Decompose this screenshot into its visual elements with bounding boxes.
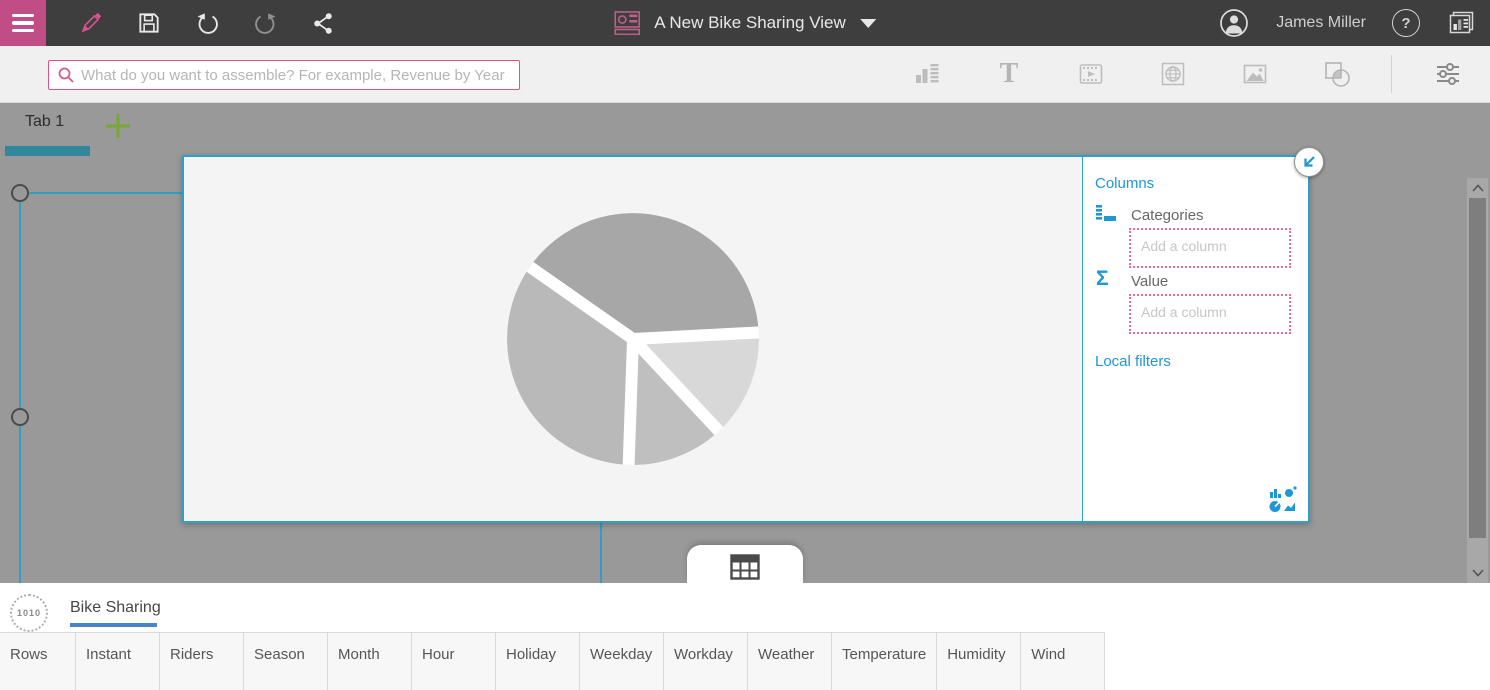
data-column-chip[interactable]: Instant (76, 632, 160, 690)
sliders-icon (1434, 60, 1462, 88)
change-visualization-icon[interactable] (1268, 485, 1298, 513)
add-text-button[interactable]: T (994, 59, 1024, 89)
data-column-chip[interactable]: Weather (748, 632, 832, 690)
chevron-down-icon (1472, 569, 1484, 577)
avatar-icon (1219, 8, 1249, 38)
chevron-down-icon (860, 19, 876, 28)
view-title: A New Bike Sharing View (654, 13, 846, 33)
share-icon (311, 11, 336, 36)
data-column-chip[interactable]: Workday (664, 632, 748, 690)
topbar-left-actions (76, 8, 338, 38)
scrollbar-thumb[interactable] (1469, 198, 1486, 538)
columns-panel: Columns Categories Add a column Σ Value … (1082, 157, 1308, 521)
user-menu-button[interactable] (1218, 7, 1250, 39)
topbar-right-actions: James Miller ? (1218, 7, 1490, 39)
add-tab-button[interactable] (103, 112, 133, 142)
data-column-chip[interactable]: Month (328, 632, 412, 690)
insert-tools: T (912, 46, 1463, 102)
guide-handle-bottom[interactable] (11, 408, 29, 426)
alignment-guide-vertical (19, 193, 21, 583)
data-column-chip[interactable]: Wind (1021, 632, 1105, 690)
hamburger-menu-button[interactable] (0, 0, 46, 46)
redo-button[interactable] (250, 8, 280, 38)
undo-icon (194, 10, 221, 37)
data-grid-icon (730, 554, 760, 581)
add-shapes-button[interactable] (1322, 59, 1352, 89)
dataset-icon[interactable]: 1010 (10, 594, 48, 632)
app-root: A New Bike Sharing View James Miller ? (0, 0, 1490, 690)
assemble-toolbar: T (0, 46, 1490, 103)
data-tray: 1010 Bike Sharing RowsInstantRidersSeaso… (0, 583, 1490, 690)
undo-button[interactable] (192, 8, 222, 38)
chevron-up-icon (1472, 184, 1484, 192)
canvas[interactable]: Tab 1 (0, 103, 1490, 583)
scroll-down-button[interactable] (1467, 565, 1488, 581)
edit-pencil-button[interactable] (76, 8, 106, 38)
media-icon (1077, 60, 1105, 88)
alignment-guide-horizontal (20, 192, 182, 194)
dataset-tab[interactable]: Bike Sharing (70, 599, 161, 617)
help-icon: ? (1401, 15, 1410, 32)
arrow-down-left-icon (1301, 154, 1317, 170)
canvas-scrollbar[interactable] (1467, 178, 1488, 583)
data-column-chip[interactable]: Weekday (580, 632, 664, 690)
guide-handle-top[interactable] (11, 184, 29, 202)
data-column-chip[interactable]: Humidity (937, 632, 1021, 690)
add-webpage-button[interactable] (1158, 59, 1188, 89)
topbar: A New Bike Sharing View James Miller ? (0, 0, 1490, 46)
visualization-area[interactable] (184, 157, 1082, 521)
hamburger-icon (12, 14, 34, 18)
webpage-icon (1159, 60, 1187, 88)
visualization-icon (913, 60, 941, 88)
view-icon (614, 11, 640, 35)
add-image-button[interactable] (1240, 59, 1270, 89)
plus-icon (104, 112, 132, 140)
image-icon (1241, 60, 1269, 88)
local-filters-link[interactable]: Local filters (1095, 353, 1171, 370)
value-label: Value (1131, 273, 1168, 290)
active-tab-indicator (5, 146, 90, 156)
shapes-icon (1322, 59, 1352, 89)
help-button[interactable]: ? (1392, 9, 1420, 37)
categories-dropzone[interactable]: Add a column (1129, 228, 1291, 268)
dataset-active-indicator (70, 623, 157, 627)
search-input[interactable] (81, 67, 511, 84)
columns-header: Columns (1095, 175, 1154, 192)
data-column-chip[interactable]: Season (244, 632, 328, 690)
collection-icon (1447, 10, 1475, 37)
data-column-chip[interactable]: Temperature (832, 632, 937, 690)
share-button[interactable] (308, 8, 338, 38)
save-button[interactable] (134, 8, 164, 38)
data-tray-toggle[interactable] (687, 545, 803, 583)
toolbar-divider (1391, 55, 1392, 93)
alignment-guide-vertical-2 (600, 523, 602, 583)
sigma-icon: Σ (1096, 267, 1109, 291)
data-column-chip[interactable]: Rows (0, 632, 76, 690)
pie-chart-placeholder (504, 210, 762, 468)
search-icon (57, 66, 75, 84)
collapse-panel-button[interactable] (1294, 147, 1324, 177)
data-column-chip[interactable]: Riders (160, 632, 244, 690)
filters-button[interactable] (1433, 59, 1463, 89)
pencil-icon (78, 10, 104, 36)
categories-label: Categories (1131, 207, 1204, 224)
view-title-menu[interactable]: A New Bike Sharing View (614, 0, 876, 46)
value-dropzone[interactable]: Add a column (1129, 294, 1291, 334)
user-name: James Miller (1276, 14, 1366, 32)
collection-button[interactable] (1446, 8, 1476, 38)
data-column-chip[interactable]: Hour (412, 632, 496, 690)
save-icon (136, 10, 162, 36)
text-icon: T (1000, 60, 1019, 88)
scroll-up-button[interactable] (1467, 180, 1488, 196)
tab-1[interactable]: Tab 1 (25, 113, 64, 131)
data-column-chips: RowsInstantRidersSeasonMonthHourHolidayW… (0, 632, 1105, 690)
visualization-widget[interactable]: Columns Categories Add a column Σ Value … (182, 155, 1310, 523)
add-media-button[interactable] (1076, 59, 1106, 89)
search-box (48, 60, 520, 90)
categories-icon (1096, 205, 1116, 223)
add-visualization-button[interactable] (912, 59, 942, 89)
redo-icon (252, 10, 279, 37)
data-column-chip[interactable]: Holiday (496, 632, 580, 690)
